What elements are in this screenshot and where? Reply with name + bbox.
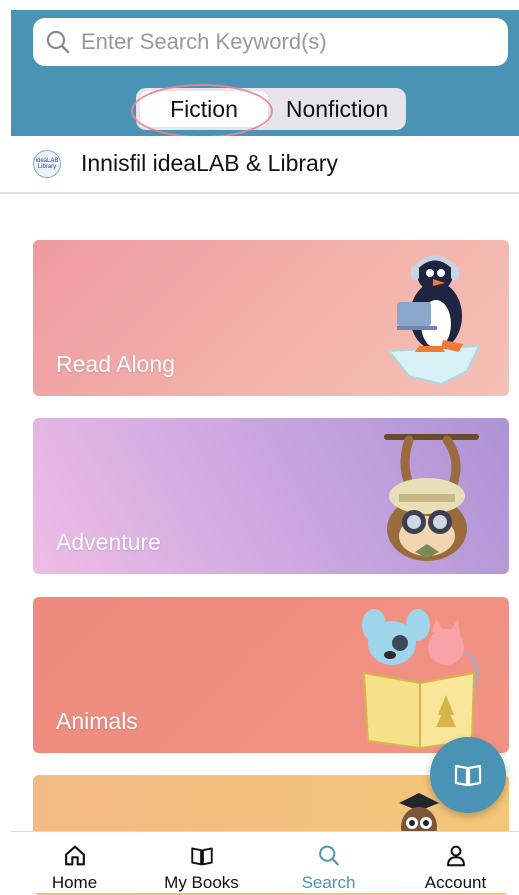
account-icon [446, 845, 465, 867]
search-header: Fiction Nonfiction [11, 10, 519, 138]
category-label: Read Along [56, 351, 175, 377]
search-icon [318, 845, 339, 866]
tab-label: Search [301, 873, 356, 892]
tab-home[interactable]: Home [11, 832, 138, 893]
tab-label: My Books [164, 873, 239, 892]
category-label: Adventure [56, 529, 161, 555]
search-bar[interactable] [33, 18, 508, 66]
dog-cat-book-icon [362, 609, 479, 750]
tab-label: Home [51, 873, 98, 892]
highlight-ring [131, 84, 273, 138]
library-logo-text: ideaLAB Library [35, 158, 59, 170]
nonfiction-tab[interactable]: Nonfiction [272, 91, 402, 127]
library-logo: ideaLAB Library [33, 150, 61, 178]
monkey-explorer-icon [384, 434, 479, 561]
category-label: Animals [56, 708, 138, 734]
bottom-tab-bar: Home My Books Search Account [11, 831, 519, 893]
search-icon [46, 30, 70, 54]
book-icon [190, 847, 213, 866]
open-book-icon [454, 764, 482, 787]
tab-my-books[interactable]: My Books [138, 832, 265, 893]
category-card-read-along[interactable]: Read Along [33, 240, 509, 396]
tab-label: Account [424, 873, 487, 892]
category-card-animals[interactable]: Animals [33, 597, 509, 753]
tab-account[interactable]: Account [392, 832, 519, 893]
home-icon [64, 845, 85, 866]
search-input[interactable] [79, 28, 483, 56]
library-name: Innisfil ideaLAB & Library [81, 150, 338, 176]
penguin-laptop-icon [387, 255, 481, 386]
bookshelf-fab[interactable] [430, 737, 506, 813]
library-selector[interactable]: ideaLAB Library Innisfil ideaLAB & Libra… [0, 136, 519, 194]
tab-search[interactable]: Search [265, 832, 392, 893]
category-card-adventure[interactable]: Adventure [33, 418, 509, 574]
